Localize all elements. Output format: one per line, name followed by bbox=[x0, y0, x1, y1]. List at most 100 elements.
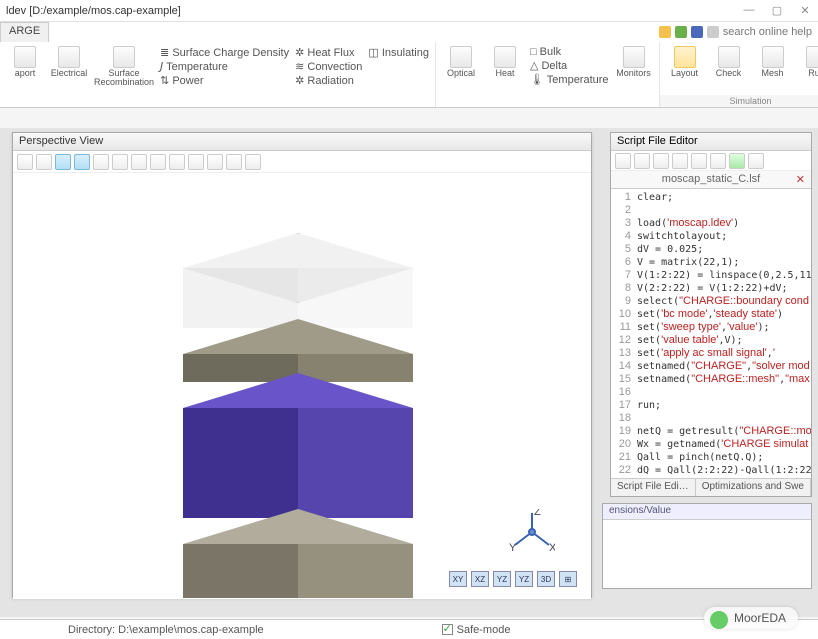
vp-tool-6[interactable] bbox=[112, 154, 128, 170]
optical-icon bbox=[450, 46, 472, 68]
viewport-title: Perspective View bbox=[13, 133, 591, 151]
power-item[interactable]: ⇅ Power bbox=[160, 74, 289, 87]
watermark: MoorEDA bbox=[704, 607, 798, 629]
group-simulation-label: Simulation bbox=[660, 95, 818, 107]
vp-tool-zoom[interactable] bbox=[36, 154, 52, 170]
svg-text:Y: Y bbox=[509, 542, 517, 554]
axis-gizmo-icon[interactable]: Z X Y bbox=[509, 509, 555, 555]
vp-tool-13[interactable] bbox=[245, 154, 261, 170]
ribbon-col4: □ Bulk △ Delta 🌡 Temperature bbox=[530, 44, 609, 107]
checkbox-icon bbox=[442, 624, 453, 635]
help-icon3[interactable] bbox=[691, 26, 703, 38]
close-button[interactable]: ✕ bbox=[798, 4, 812, 17]
search-help-text[interactable]: search online help bbox=[723, 26, 812, 38]
svg-text:X: X bbox=[549, 542, 555, 554]
vp-tool-12[interactable] bbox=[226, 154, 242, 170]
script-panel-title: Script File Editor bbox=[611, 133, 811, 151]
view-yz2-button[interactable]: YZ bbox=[515, 571, 533, 587]
code-editor[interactable]: 1clear; 2 3load('moscap.ldev') 4switchto… bbox=[611, 189, 811, 476]
vp-tool-pan[interactable] bbox=[74, 154, 90, 170]
minimize-button[interactable]: — bbox=[742, 4, 756, 17]
temperature-item[interactable]: 𝘑 Temperature bbox=[160, 60, 289, 73]
delta-item[interactable]: △ Delta bbox=[530, 59, 609, 72]
script-open-button[interactable] bbox=[634, 153, 650, 169]
bottom-tab-optim[interactable]: Optimizations and Swe bbox=[696, 479, 811, 496]
convection-item[interactable]: ≋ Convection bbox=[295, 60, 362, 73]
check-button[interactable]: Check bbox=[710, 44, 748, 95]
script-save-button[interactable] bbox=[653, 153, 669, 169]
tab-charge[interactable]: ARGE bbox=[0, 22, 49, 42]
script-stop-button[interactable] bbox=[748, 153, 764, 169]
optical-button[interactable]: Optical bbox=[442, 44, 480, 107]
directory-label: Directory: D:\example\mos.cap-example bbox=[68, 624, 264, 636]
layout-icon bbox=[674, 46, 696, 68]
vp-tool-11[interactable] bbox=[207, 154, 223, 170]
svg-text:Z: Z bbox=[534, 509, 541, 518]
run-button[interactable]: Run bbox=[798, 44, 818, 95]
window-title: ldev [D:/example/mos.cap-example] bbox=[6, 5, 181, 17]
script-bottom-tabs: Script File Edi… Optimizations and Swe bbox=[611, 478, 811, 496]
vp-tool-10[interactable] bbox=[188, 154, 204, 170]
status-bar: Directory: D:\example\mos.cap-example Sa… bbox=[0, 619, 818, 639]
view-yz-button[interactable]: YZ bbox=[493, 571, 511, 587]
vp-tool-select[interactable] bbox=[17, 154, 33, 170]
dimensions-header: ensions/Value bbox=[603, 504, 811, 520]
ribbon: aport Electrical Surface Recombination ≣… bbox=[0, 42, 818, 108]
monitors-icon bbox=[623, 46, 645, 68]
window-buttons: — ▢ ✕ bbox=[742, 4, 812, 17]
help-icon2[interactable] bbox=[675, 26, 687, 38]
monitors-button[interactable]: Monitors bbox=[615, 44, 653, 107]
vp-tool-9[interactable] bbox=[169, 154, 185, 170]
script-undo-button[interactable] bbox=[691, 153, 707, 169]
layout-button[interactable]: Layout bbox=[666, 44, 704, 95]
run-icon bbox=[806, 46, 818, 68]
bulk-item[interactable]: □ Bulk bbox=[530, 46, 609, 58]
electrical-button[interactable]: Electrical bbox=[50, 44, 88, 107]
help-icon[interactable] bbox=[659, 26, 671, 38]
surface-recomb-button[interactable]: Surface Recombination bbox=[94, 44, 154, 107]
view-grid-button[interactable]: ⊞ bbox=[559, 571, 577, 587]
electrical-icon bbox=[58, 46, 80, 68]
view-xz-button[interactable]: XZ bbox=[471, 571, 489, 587]
insulating-item[interactable]: ◫ Insulating bbox=[368, 46, 429, 59]
heat-icon bbox=[494, 46, 516, 68]
check-icon bbox=[718, 46, 740, 68]
safe-mode-toggle[interactable]: Safe-mode bbox=[442, 624, 511, 636]
help-icon4[interactable] bbox=[707, 26, 719, 38]
heat-flux-item[interactable]: ✲ Heat Flux bbox=[295, 46, 362, 59]
ribbon-col2: ✲ Heat Flux ≋ Convection ✲ Radiation bbox=[295, 44, 362, 107]
temperature2-item[interactable]: 🌡 Temperature bbox=[530, 73, 609, 86]
script-run-button[interactable] bbox=[729, 153, 745, 169]
window-titlebar: ldev [D:/example/mos.cap-example] — ▢ ✕ bbox=[0, 0, 818, 22]
viewport-toolbar bbox=[13, 151, 591, 173]
import-button[interactable]: aport bbox=[6, 44, 44, 107]
heat-button[interactable]: Heat bbox=[486, 44, 524, 107]
view-xy-button[interactable]: XY bbox=[449, 571, 467, 587]
script-saveall-button[interactable] bbox=[672, 153, 688, 169]
script-file-tab[interactable]: moscap_static_C.lsf ✕ bbox=[611, 171, 811, 189]
mesh-icon bbox=[762, 46, 784, 68]
vp-tool-8[interactable] bbox=[150, 154, 166, 170]
model-3d bbox=[183, 233, 413, 573]
ribbon-col3: ◫ Insulating bbox=[368, 44, 429, 107]
script-new-button[interactable] bbox=[615, 153, 631, 169]
maximize-button[interactable]: ▢ bbox=[770, 4, 784, 17]
script-toolbar bbox=[611, 151, 811, 171]
ribbon-col1: ≣ Surface Charge Density 𝘑 Temperature ⇅… bbox=[160, 44, 289, 107]
vp-tool-fit[interactable] bbox=[93, 154, 109, 170]
script-editor-panel: Script File Editor moscap_static_C.lsf ✕… bbox=[610, 132, 812, 497]
script-tab-label: moscap_static_C.lsf bbox=[662, 173, 760, 185]
bottom-tab-script[interactable]: Script File Edi… bbox=[611, 479, 696, 496]
vp-tool-7[interactable] bbox=[131, 154, 147, 170]
directory-path: D:\example\mos.cap-example bbox=[118, 624, 264, 636]
vp-tool-rotate[interactable] bbox=[55, 154, 71, 170]
mesh-button[interactable]: Mesh bbox=[754, 44, 792, 95]
viewport-canvas[interactable]: Z X Y XY XZ YZ YZ 3D ⊞ bbox=[13, 173, 591, 599]
view-3d-button[interactable]: 3D bbox=[537, 571, 555, 587]
radiation-item[interactable]: ✲ Radiation bbox=[295, 74, 362, 87]
view-preset-buttons: XY XZ YZ YZ 3D ⊞ bbox=[449, 571, 577, 587]
close-tab-icon[interactable]: ✕ bbox=[796, 173, 805, 186]
surface-recomb-icon bbox=[113, 46, 135, 68]
surface-charge-density-item[interactable]: ≣ Surface Charge Density bbox=[160, 46, 289, 59]
script-redo-button[interactable] bbox=[710, 153, 726, 169]
